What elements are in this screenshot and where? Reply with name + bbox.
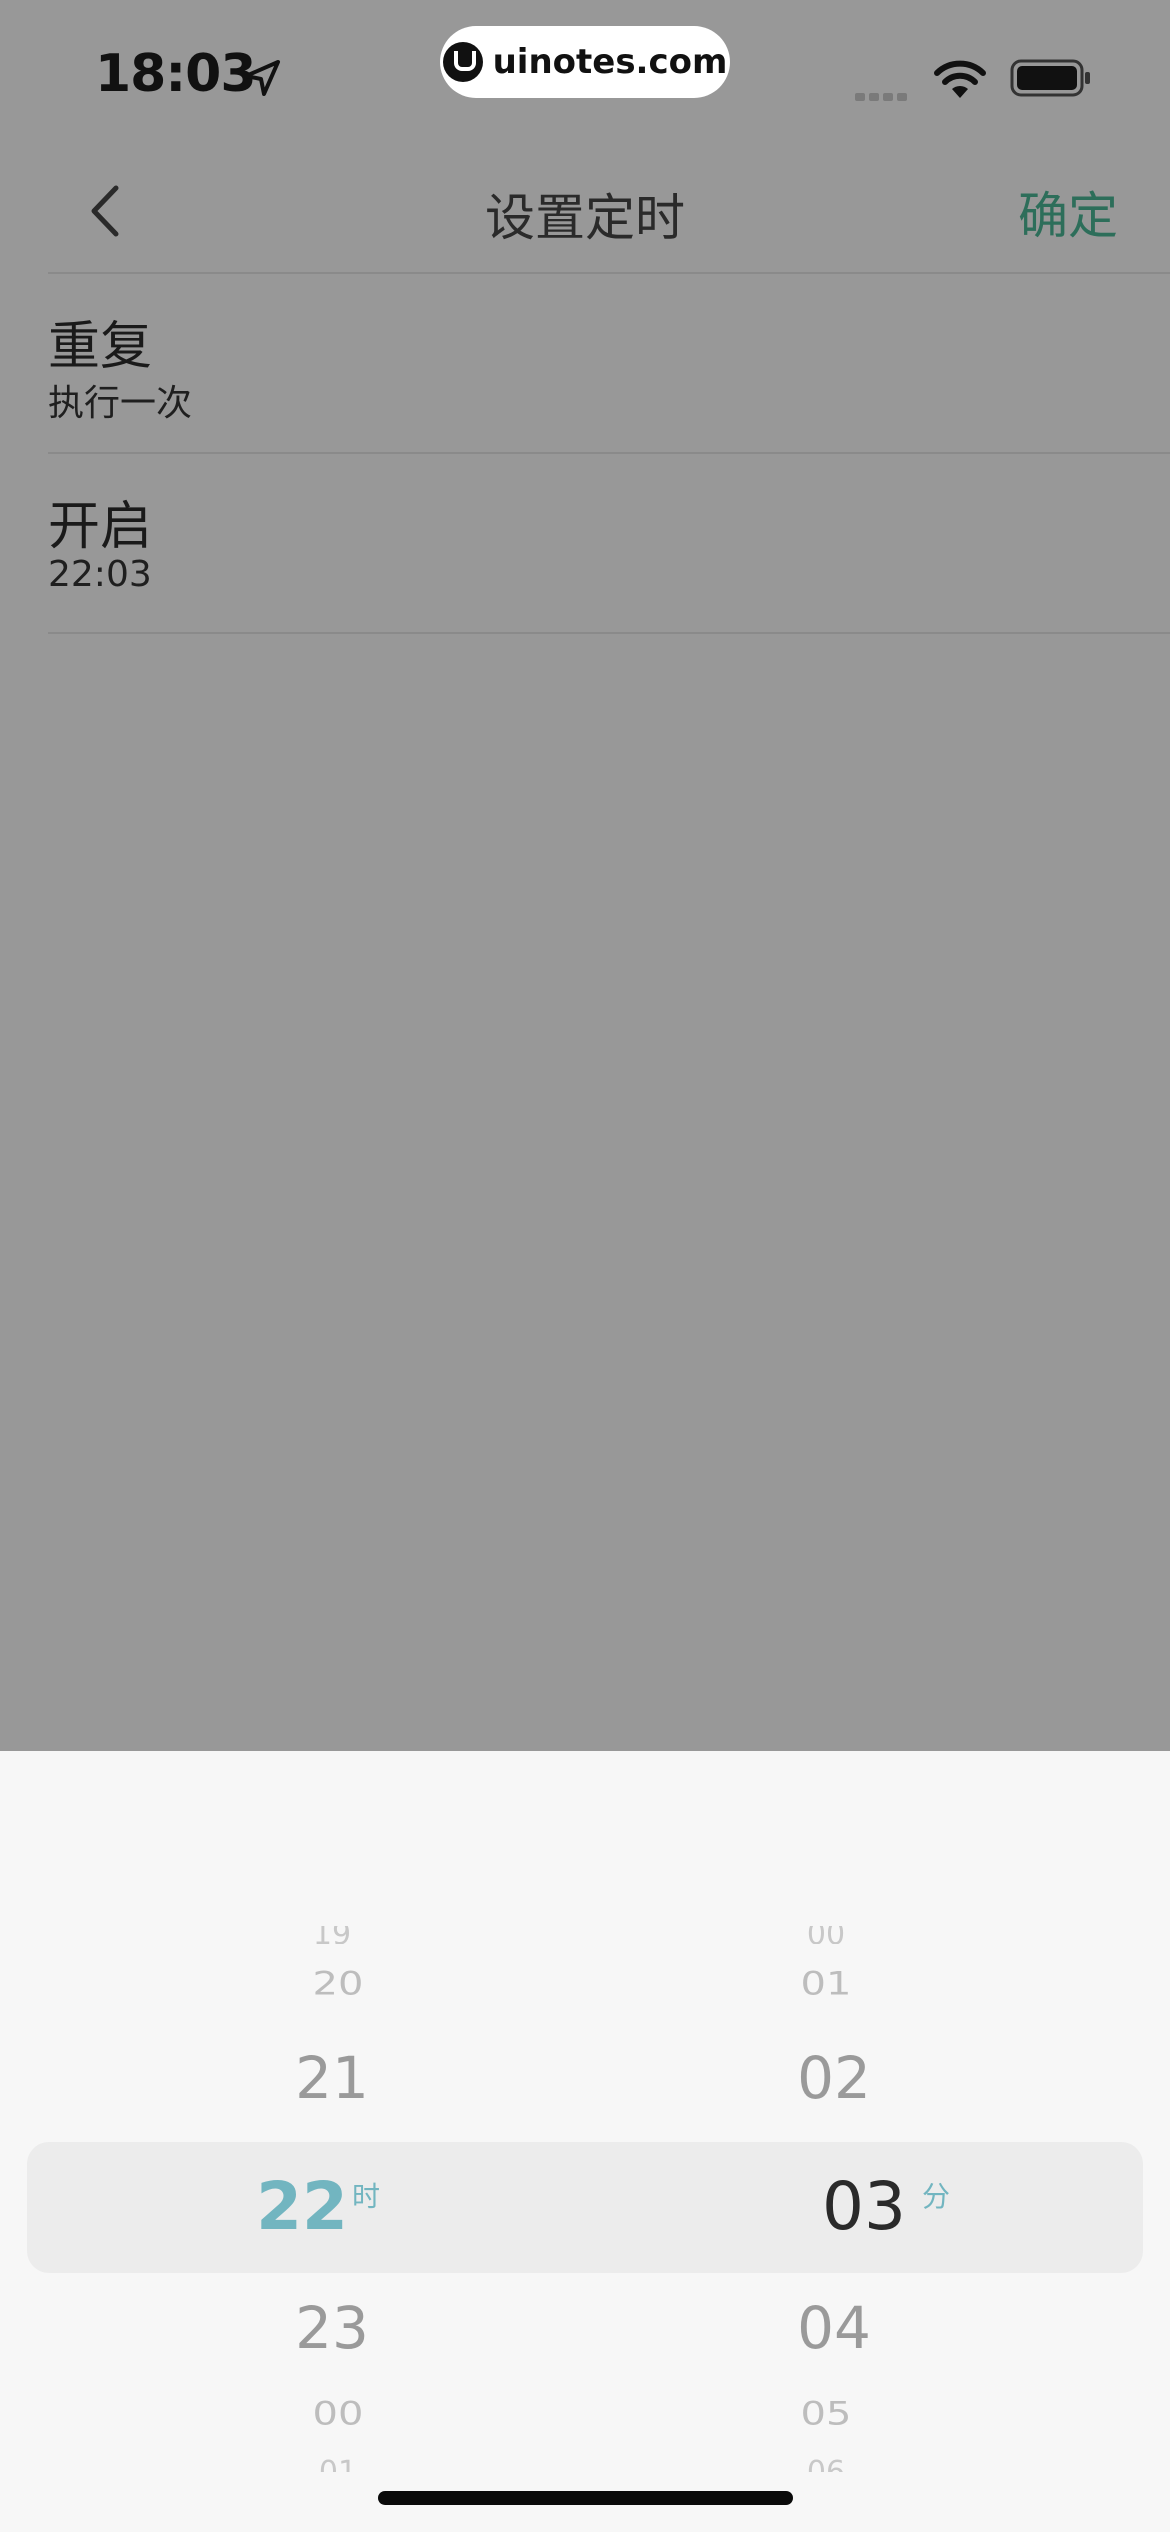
hour-item[interactable]: 00: [188, 2396, 488, 2433]
battery-icon: [1010, 59, 1090, 97]
confirm-button[interactable]: 确定: [1018, 176, 1118, 248]
watermark-text: uinotes.com: [492, 42, 728, 82]
minute-item[interactable]: 05: [676, 2396, 976, 2433]
hour-unit-label: 时: [352, 2180, 381, 2213]
repeat-value: 执行一次: [48, 383, 193, 424]
minute-item[interactable]: 02: [684, 2044, 984, 2112]
cellular-signal-icon: [855, 86, 913, 101]
time-picker-sheet: 19 20 21 22 时 23 00 01 00 01 02 03 分 04 …: [0, 1751, 1170, 2532]
start-time-value: 22:03: [48, 554, 152, 595]
wifi-icon: [934, 60, 986, 98]
start-time-title: 开启: [48, 497, 153, 557]
minute-item[interactable]: 00: [676, 1926, 976, 1944]
hour-item[interactable]: 01: [188, 2458, 488, 2472]
status-bar: 18:03 uinotes.com: [0, 0, 1170, 130]
repeat-row[interactable]: 重复 执行一次: [48, 272, 1170, 454]
watermark-badge: uinotes.com: [440, 26, 730, 98]
uinotes-logo-icon: [442, 42, 483, 82]
minute-item[interactable]: 01: [676, 1966, 976, 2003]
minute-unit-label: 分: [922, 2180, 951, 2213]
hour-item[interactable]: 19: [182, 1926, 482, 1944]
navigation-bar: 设置定时 确定: [0, 140, 1170, 272]
location-arrow-icon: [244, 60, 280, 96]
divider: [48, 632, 1170, 634]
hour-item[interactable]: 23: [182, 2294, 482, 2362]
minute-item[interactable]: 04: [684, 2294, 984, 2362]
hour-item[interactable]: 20: [188, 1966, 488, 2003]
page-title: 设置定时: [485, 189, 685, 247]
minute-selected[interactable]: 03: [714, 2168, 1014, 2245]
hour-item[interactable]: 21: [182, 2044, 482, 2112]
minute-item[interactable]: 06: [676, 2458, 976, 2472]
status-time: 18:03: [95, 44, 257, 104]
repeat-title: 重复: [48, 317, 153, 377]
start-time-row[interactable]: 开启 22:03: [48, 452, 1170, 634]
home-indicator[interactable]: [378, 2491, 793, 2505]
hour-selected[interactable]: 22: [152, 2168, 452, 2245]
